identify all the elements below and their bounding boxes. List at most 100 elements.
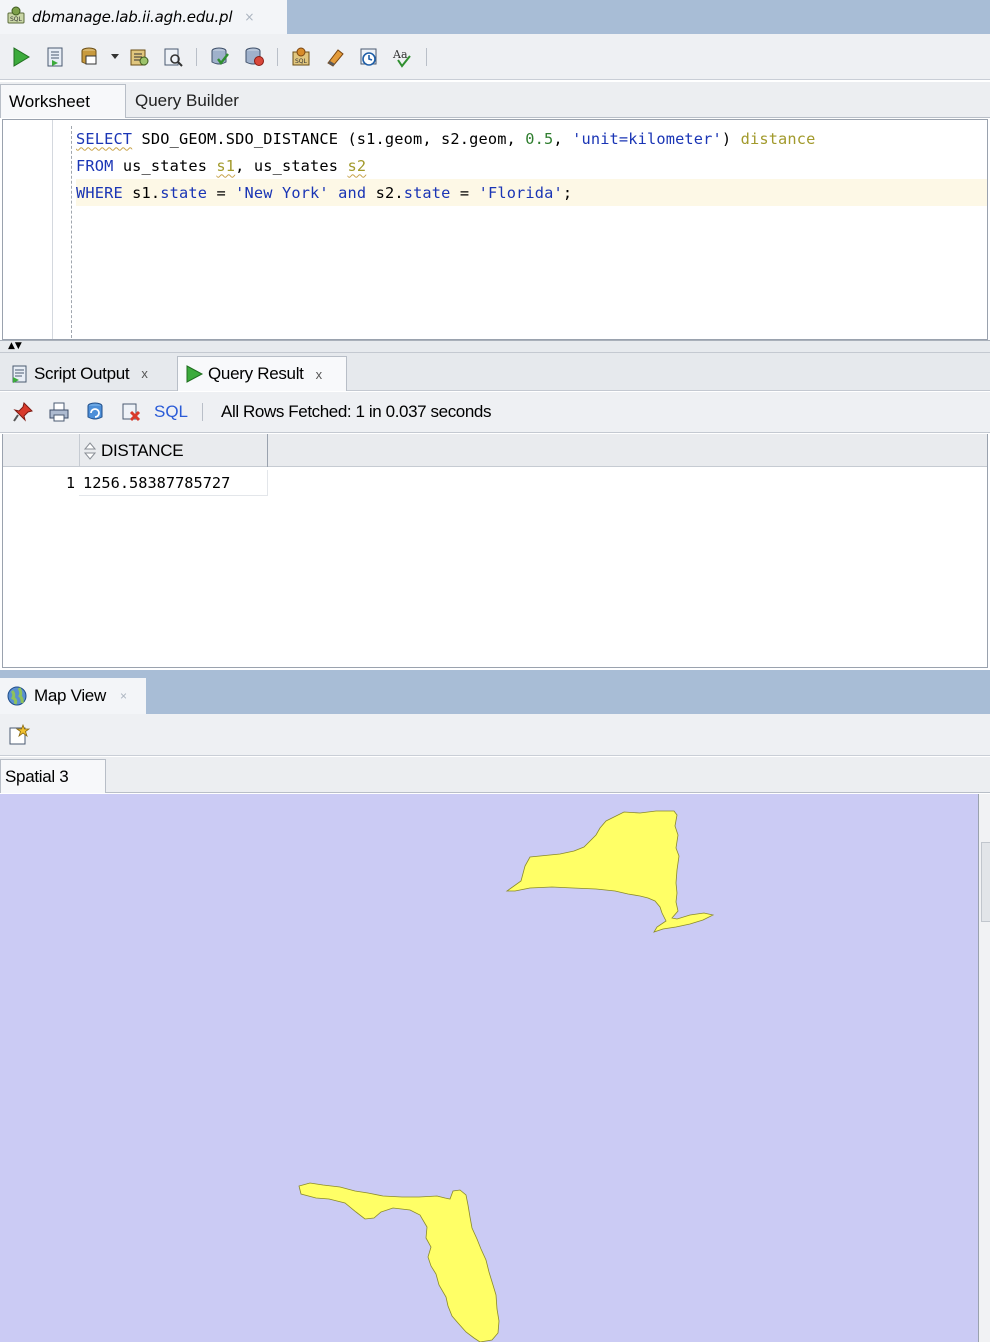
- collapse-arrows-icon[interactable]: ▲▼: [8, 342, 22, 351]
- sql-editor[interactable]: SELECT SDO_GEOM.SDO_DISTANCE (s1.geom, s…: [2, 119, 988, 340]
- grid-header: DISTANCE: [3, 434, 987, 467]
- document-tab-bar: SQL dbmanage.lab.ii.agh.edu.pl ×: [0, 0, 990, 34]
- toolbar-separator: [196, 47, 197, 66]
- fetch-status: All Rows Fetched: 1 in 0.037 seconds: [221, 402, 492, 421]
- cancel-icon: [122, 403, 141, 422]
- explain-plan-icon: [130, 49, 149, 65]
- clear-button[interactable]: [322, 44, 348, 70]
- tab-map-view-close-icon[interactable]: ×: [120, 689, 127, 703]
- tab-script-output-close-icon[interactable]: x: [141, 366, 148, 381]
- code-token: ;: [562, 183, 573, 202]
- sort-icon[interactable]: [84, 441, 96, 460]
- script-output-icon: [10, 364, 30, 384]
- print-button[interactable]: [46, 399, 72, 425]
- code-token: s2.: [366, 183, 404, 202]
- sql-link[interactable]: SQL: [154, 402, 188, 422]
- tab-query-result-close-icon[interactable]: x: [316, 367, 323, 382]
- code-token: 'Florida': [478, 183, 563, 202]
- florida-shape[interactable]: [298, 1182, 500, 1342]
- sql-history-button[interactable]: [356, 44, 382, 70]
- refresh-button[interactable]: [82, 399, 108, 425]
- tab-query-result[interactable]: Query Result x: [177, 356, 347, 391]
- rollback-button[interactable]: [241, 44, 267, 70]
- chevron-down-icon: [111, 53, 119, 59]
- tab-map-view[interactable]: Map View ×: [0, 678, 146, 714]
- new-document-icon: [9, 723, 30, 744]
- svg-text:Aa: Aa: [392, 48, 408, 61]
- code-token: 'New York': [235, 183, 329, 202]
- code-token: distance: [740, 129, 816, 148]
- code-token: WHERE: [76, 183, 123, 202]
- scrollbar-thumb[interactable]: [981, 842, 990, 922]
- code-line-1[interactable]: SELECT SDO_GEOM.SDO_DISTANCE (s1.geom, s…: [76, 125, 987, 152]
- map-vertical-scrollbar[interactable]: [978, 794, 990, 1342]
- result-toolbar: SQL All Rows Fetched: 1 in 0.037 seconds: [0, 392, 990, 433]
- document-tab-close-icon[interactable]: ×: [244, 10, 254, 24]
- code-token: us_states: [113, 156, 217, 175]
- commit-icon: [211, 47, 229, 65]
- tab-query-builder[interactable]: Query Builder: [127, 84, 247, 118]
- code-token: =: [207, 183, 236, 202]
- run-script-button[interactable]: [42, 44, 68, 70]
- code-line-2[interactable]: FROM us_states s1, us_states s2: [76, 152, 987, 179]
- sql-connection-icon: SQL: [6, 5, 26, 29]
- code-fold-guide: [71, 126, 72, 338]
- tab-script-output[interactable]: Script Output x: [4, 356, 174, 391]
- freeze-view-button[interactable]: [10, 399, 36, 425]
- explain-plan-button[interactable]: [126, 44, 152, 70]
- sql-worksheet-icon: SQL: [292, 47, 310, 65]
- commit-button[interactable]: [207, 44, 233, 70]
- query-result-play-icon: [184, 364, 204, 384]
- code-line-3[interactable]: WHERE s1. state = 'New York' and s2. state…: [76, 179, 987, 206]
- new-map-button[interactable]: [6, 722, 32, 748]
- spatial-tab-bar: Spatial 3: [0, 757, 990, 793]
- code-token: and: [338, 183, 367, 202]
- play-icon: [13, 46, 30, 67]
- code-token: state: [403, 183, 451, 202]
- table-cell-distance[interactable]: 1256.58387785727: [79, 470, 268, 496]
- code-token: s1.: [122, 183, 161, 202]
- output-tab-bar: Script Output x Query Result x: [0, 353, 990, 391]
- code-token: SDO_GEOM.SDO_DISTANCE (s1.geom, s2.geom,: [132, 129, 526, 148]
- result-grid[interactable]: DISTANCE 1 1256.58387785727: [2, 434, 988, 668]
- text-case-icon: Aa: [392, 48, 411, 68]
- code-token: s2: [347, 156, 367, 175]
- sql-tuning-button[interactable]: [160, 44, 186, 70]
- autotrace-dropdown[interactable]: [110, 44, 120, 70]
- document-tab[interactable]: SQL dbmanage.lab.ii.agh.edu.pl ×: [0, 0, 287, 34]
- map-canvas[interactable]: [0, 794, 978, 1342]
- eraser-icon: [327, 48, 344, 67]
- cancel-query-button[interactable]: [118, 399, 144, 425]
- column-header-label: DISTANCE: [101, 440, 184, 460]
- magnify-icon: [164, 48, 183, 67]
- code-token: , us_states: [235, 156, 348, 175]
- database-icon: [81, 47, 97, 64]
- tab-worksheet[interactable]: Worksheet: [0, 84, 126, 118]
- tab-spatial-3[interactable]: Spatial 3: [0, 759, 106, 793]
- code-token: =: [450, 183, 479, 202]
- rollback-icon: [245, 47, 264, 66]
- code-token: FROM: [76, 156, 114, 175]
- autotrace-button[interactable]: [76, 44, 102, 70]
- row-number[interactable]: 1: [3, 470, 75, 496]
- pin-icon: [13, 402, 33, 422]
- format-case-button[interactable]: Aa: [390, 44, 416, 70]
- worksheet-toolbar: SQL Aa: [0, 34, 990, 80]
- new-york-shape[interactable]: [505, 810, 715, 933]
- svg-text:SQL: SQL: [10, 16, 23, 23]
- panel-splitter[interactable]: ▲▼: [0, 340, 990, 353]
- code-token: 'unit=kilometer': [572, 129, 722, 148]
- code-token: 0.5: [525, 129, 554, 148]
- globe-icon: [6, 685, 28, 707]
- run-statement-button[interactable]: [8, 44, 34, 70]
- toolbar-separator: [202, 403, 204, 421]
- code-token: ,: [553, 129, 573, 148]
- tab-script-output-label: Script Output: [34, 363, 130, 383]
- code-token: ): [721, 129, 741, 148]
- map-toolbar: [0, 714, 990, 756]
- unshared-worksheet-button[interactable]: SQL: [288, 44, 314, 70]
- document-tab-title: dbmanage.lab.ii.agh.edu.pl: [32, 8, 233, 26]
- history-icon: [360, 48, 377, 66]
- column-header-distance[interactable]: DISTANCE: [79, 434, 268, 467]
